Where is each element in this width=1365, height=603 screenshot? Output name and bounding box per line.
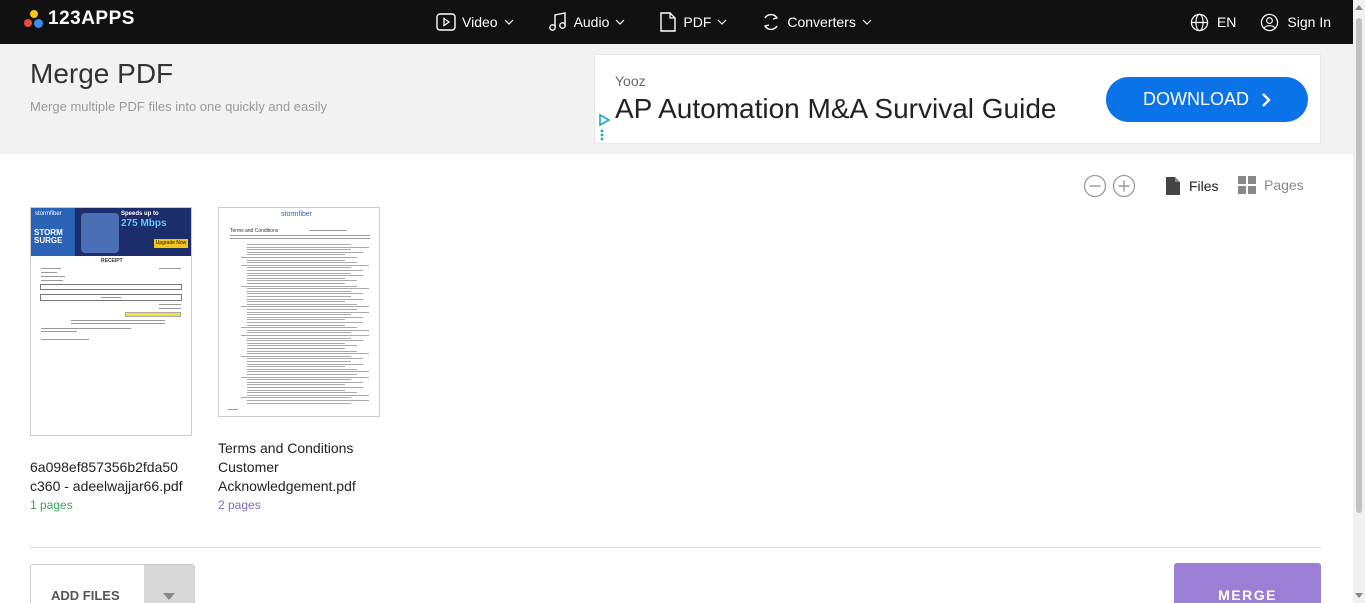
thumbnail-speed: 275 Mbps xyxy=(121,218,167,229)
view-files-toggle[interactable]: Files xyxy=(1165,176,1219,196)
signin-link[interactable]: Sign In xyxy=(1260,13,1331,32)
page-count: 2 pages xyxy=(218,498,261,512)
file-name-line: Acknowledgement.pdf xyxy=(218,478,356,494)
chevron-down-icon xyxy=(717,19,727,25)
view-pages-toggle[interactable]: Pages xyxy=(1238,176,1304,194)
file-name-line: c360 - adeelwajjar66.pdf xyxy=(30,478,183,494)
page-count: 1 pages xyxy=(30,498,73,512)
view-files-label: Files xyxy=(1189,178,1219,194)
ad-download-button[interactable]: DOWNLOAD xyxy=(1106,77,1308,122)
nav-audio[interactable]: Audio xyxy=(548,12,626,32)
logo[interactable]: 123APPS xyxy=(24,8,135,30)
signin-label: Sign In xyxy=(1287,14,1331,30)
ad-download-label: DOWNLOAD xyxy=(1142,89,1249,109)
thumbnail-cta: Upgrade Now xyxy=(154,239,188,248)
thumbnail-banner: stormfiber STORM SURGE Speeds up to 275 … xyxy=(31,208,191,256)
vertical-scrollbar[interactable] xyxy=(1353,0,1365,603)
globe-icon xyxy=(1190,13,1209,31)
caret-down-icon xyxy=(163,593,176,600)
thumbnail-doc-title: Terms and Conditions xyxy=(230,228,279,234)
add-files-label: ADD FILES xyxy=(51,588,120,603)
thumbnail-brand: stormfiber xyxy=(35,211,62,217)
user-icon xyxy=(1261,13,1279,31)
file-name: Terms and Conditions Customer Acknowledg… xyxy=(218,439,380,496)
view-pages-label: Pages xyxy=(1264,177,1304,193)
scroll-up-icon[interactable] xyxy=(1355,5,1363,10)
language-selector[interactable]: EN xyxy=(1190,13,1236,32)
section-divider xyxy=(30,547,1321,548)
language-label: EN xyxy=(1216,14,1237,30)
nav-converters[interactable]: Converters xyxy=(761,12,872,32)
main-menu: Video Audio PDF Converters xyxy=(436,0,906,44)
music-icon xyxy=(548,12,566,31)
nav-converters-label: Converters xyxy=(787,14,856,30)
adchoices-icon[interactable] xyxy=(597,113,611,143)
thumbnail-line1: Speeds up to xyxy=(121,211,159,217)
ad-brand: Yooz xyxy=(615,73,646,89)
file-thumbnail[interactable]: stormfiber Terms and Conditions xyxy=(218,207,380,417)
thumbnail-brand: stormfiber xyxy=(281,211,313,218)
page-title: Merge PDF xyxy=(30,58,174,89)
add-files-button[interactable]: ADD FILES xyxy=(30,564,195,603)
scroll-down-icon[interactable] xyxy=(1355,593,1363,598)
ad-headline[interactable]: AP Automation M&A Survival Guide xyxy=(615,93,1057,125)
file-name-line: Terms and Conditions xyxy=(218,440,354,456)
file-icon xyxy=(660,12,677,32)
convert-icon xyxy=(764,13,779,31)
nav-audio-label: Audio xyxy=(573,14,610,30)
video-icon xyxy=(436,13,456,31)
thumbnail-doc-title: RECEIPT xyxy=(101,258,123,264)
grid-icon xyxy=(1238,176,1256,194)
nav-pdf[interactable]: PDF xyxy=(659,12,727,32)
file-card[interactable]: stormfiber STORM SURGE Speeds up to 275 … xyxy=(30,207,192,512)
file-name-line: 6a098ef857356b2fda50 xyxy=(30,459,178,475)
chevron-down-icon xyxy=(615,19,625,25)
file-name: 6a098ef857356b2fda50 c360 - adeelwajjar6… xyxy=(30,458,192,496)
merge-button[interactable]: MERGE xyxy=(1174,563,1321,603)
nav-video-label: Video xyxy=(462,14,498,30)
top-navbar: 123APPS Video Audio PDF Converters EN Si… xyxy=(0,0,1353,44)
zoom-out-icon[interactable] xyxy=(1083,174,1107,198)
chevron-down-icon xyxy=(862,19,872,25)
chevron-down-icon xyxy=(504,19,513,25)
zoom-in-icon[interactable] xyxy=(1112,174,1136,198)
ad-banner[interactable]: Yooz AP Automation M&A Survival Guide DO… xyxy=(594,54,1321,144)
add-files-dropdown[interactable] xyxy=(144,565,194,603)
chevron-right-icon xyxy=(1262,92,1271,107)
logo-icon xyxy=(24,9,43,29)
nav-pdf-label: PDF xyxy=(683,14,712,30)
thumbnail-tag: STORM SURGE xyxy=(34,228,63,245)
nav-video[interactable]: Video xyxy=(436,13,514,31)
file-card[interactable]: stormfiber Terms and Conditions Terms an… xyxy=(218,207,380,512)
file-thumbnail[interactable]: stormfiber STORM SURGE Speeds up to 275 … xyxy=(30,207,192,436)
nav-right: EN Sign In xyxy=(1190,0,1331,44)
file-name-line: Customer xyxy=(218,459,279,475)
scroll-thumb[interactable] xyxy=(1356,18,1362,513)
logo-text: 123APPS xyxy=(48,8,135,29)
page-subtitle: Merge multiple PDF files into one quickl… xyxy=(30,99,327,114)
file-icon xyxy=(1166,177,1180,195)
header-band: Merge PDF Merge multiple PDF files into … xyxy=(0,44,1353,154)
